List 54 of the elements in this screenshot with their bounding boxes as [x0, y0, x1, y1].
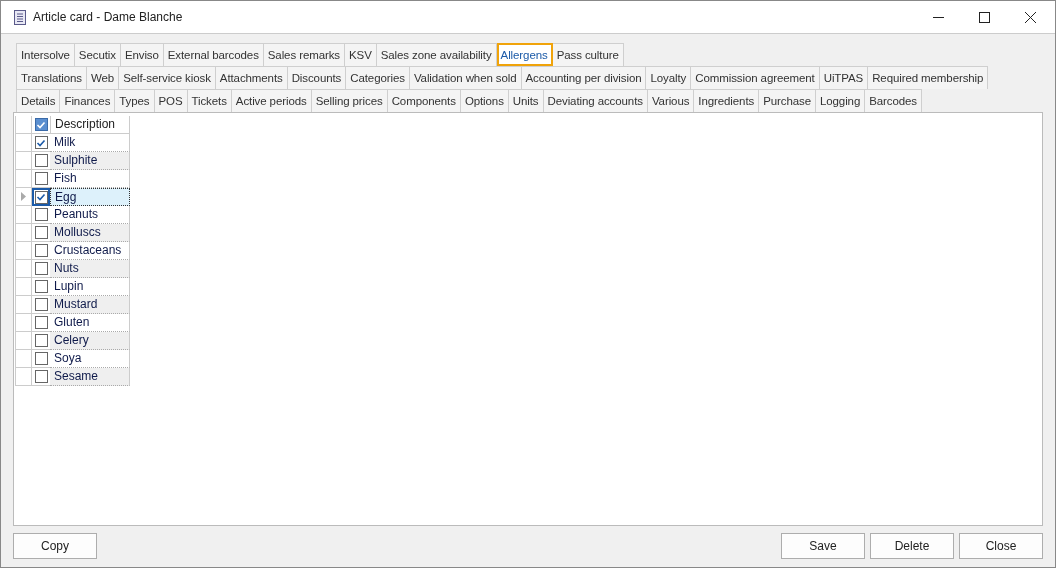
close-icon[interactable] [1025, 11, 1036, 23]
table-cell: Sesame [50, 368, 130, 386]
tab[interactable]: Required membership [868, 66, 989, 89]
tab[interactable]: Deviating accounts [543, 89, 648, 112]
tab[interactable]: Enviso [120, 43, 164, 66]
tab[interactable]: Finances [60, 89, 116, 112]
table-cell: Celery [50, 332, 130, 350]
tab[interactable]: Tickets [187, 89, 232, 112]
tab[interactable]: Attachments [215, 66, 288, 89]
table-cell: Molluscs [50, 224, 130, 242]
table-cell: Mustard [50, 296, 130, 314]
tab[interactable]: Sales zone availability [376, 43, 497, 66]
tab[interactable]: Details [16, 89, 61, 112]
tab[interactable]: KSV [345, 43, 377, 66]
tab[interactable]: Options [460, 89, 509, 112]
tab[interactable]: Web [87, 66, 120, 89]
window-title: Article card - Dame Blanche [33, 10, 183, 24]
tab[interactable]: UiTPAS [819, 66, 869, 89]
tab[interactable]: Purchase [759, 89, 816, 112]
tab[interactable]: POS [154, 89, 188, 112]
tab[interactable]: Logging [815, 89, 866, 112]
delete-button[interactable]: Delete [870, 533, 954, 559]
tab[interactable]: Categories [346, 66, 410, 89]
tab[interactable]: Components [387, 89, 461, 112]
tab[interactable]: External barcodes [163, 43, 264, 66]
tab[interactable]: Various [647, 89, 695, 112]
table-cell: Nuts [50, 260, 130, 278]
current-row-icon [21, 192, 26, 201]
tab[interactable]: Accounting per division [521, 66, 647, 89]
tab[interactable]: Pass culture [552, 43, 624, 66]
tab[interactable]: Ingredients [694, 89, 760, 112]
table-cell: Sulphite [50, 152, 130, 170]
tab[interactable]: Active periods [231, 89, 312, 112]
tab[interactable]: Units [508, 89, 544, 112]
tab[interactable]: Discounts [287, 66, 347, 89]
close-button[interactable]: Close [959, 533, 1043, 559]
tab[interactable]: Sales remarks [263, 43, 345, 66]
tab[interactable]: Secutix [74, 43, 121, 66]
copy-button[interactable]: Copy [13, 533, 97, 559]
column-header[interactable]: Description [50, 116, 130, 134]
table-cell: Egg [50, 188, 130, 206]
tab[interactable]: Commission agreement [691, 66, 820, 89]
tab[interactable]: Translations [16, 66, 87, 89]
tab[interactable]: Barcodes [865, 89, 922, 112]
tab[interactable]: Loyalty [646, 66, 692, 89]
tab[interactable]: Allergens [496, 43, 553, 66]
tab[interactable]: Selling prices [311, 89, 388, 112]
document-icon [14, 9, 26, 25]
maximize-icon[interactable] [979, 11, 990, 23]
save-button[interactable]: Save [781, 533, 865, 559]
tab[interactable]: Validation when sold [409, 66, 522, 89]
tab[interactable]: Intersolve [16, 43, 75, 66]
tab[interactable]: Self-service kiosk [119, 66, 216, 89]
tab[interactable]: Types [115, 89, 155, 112]
